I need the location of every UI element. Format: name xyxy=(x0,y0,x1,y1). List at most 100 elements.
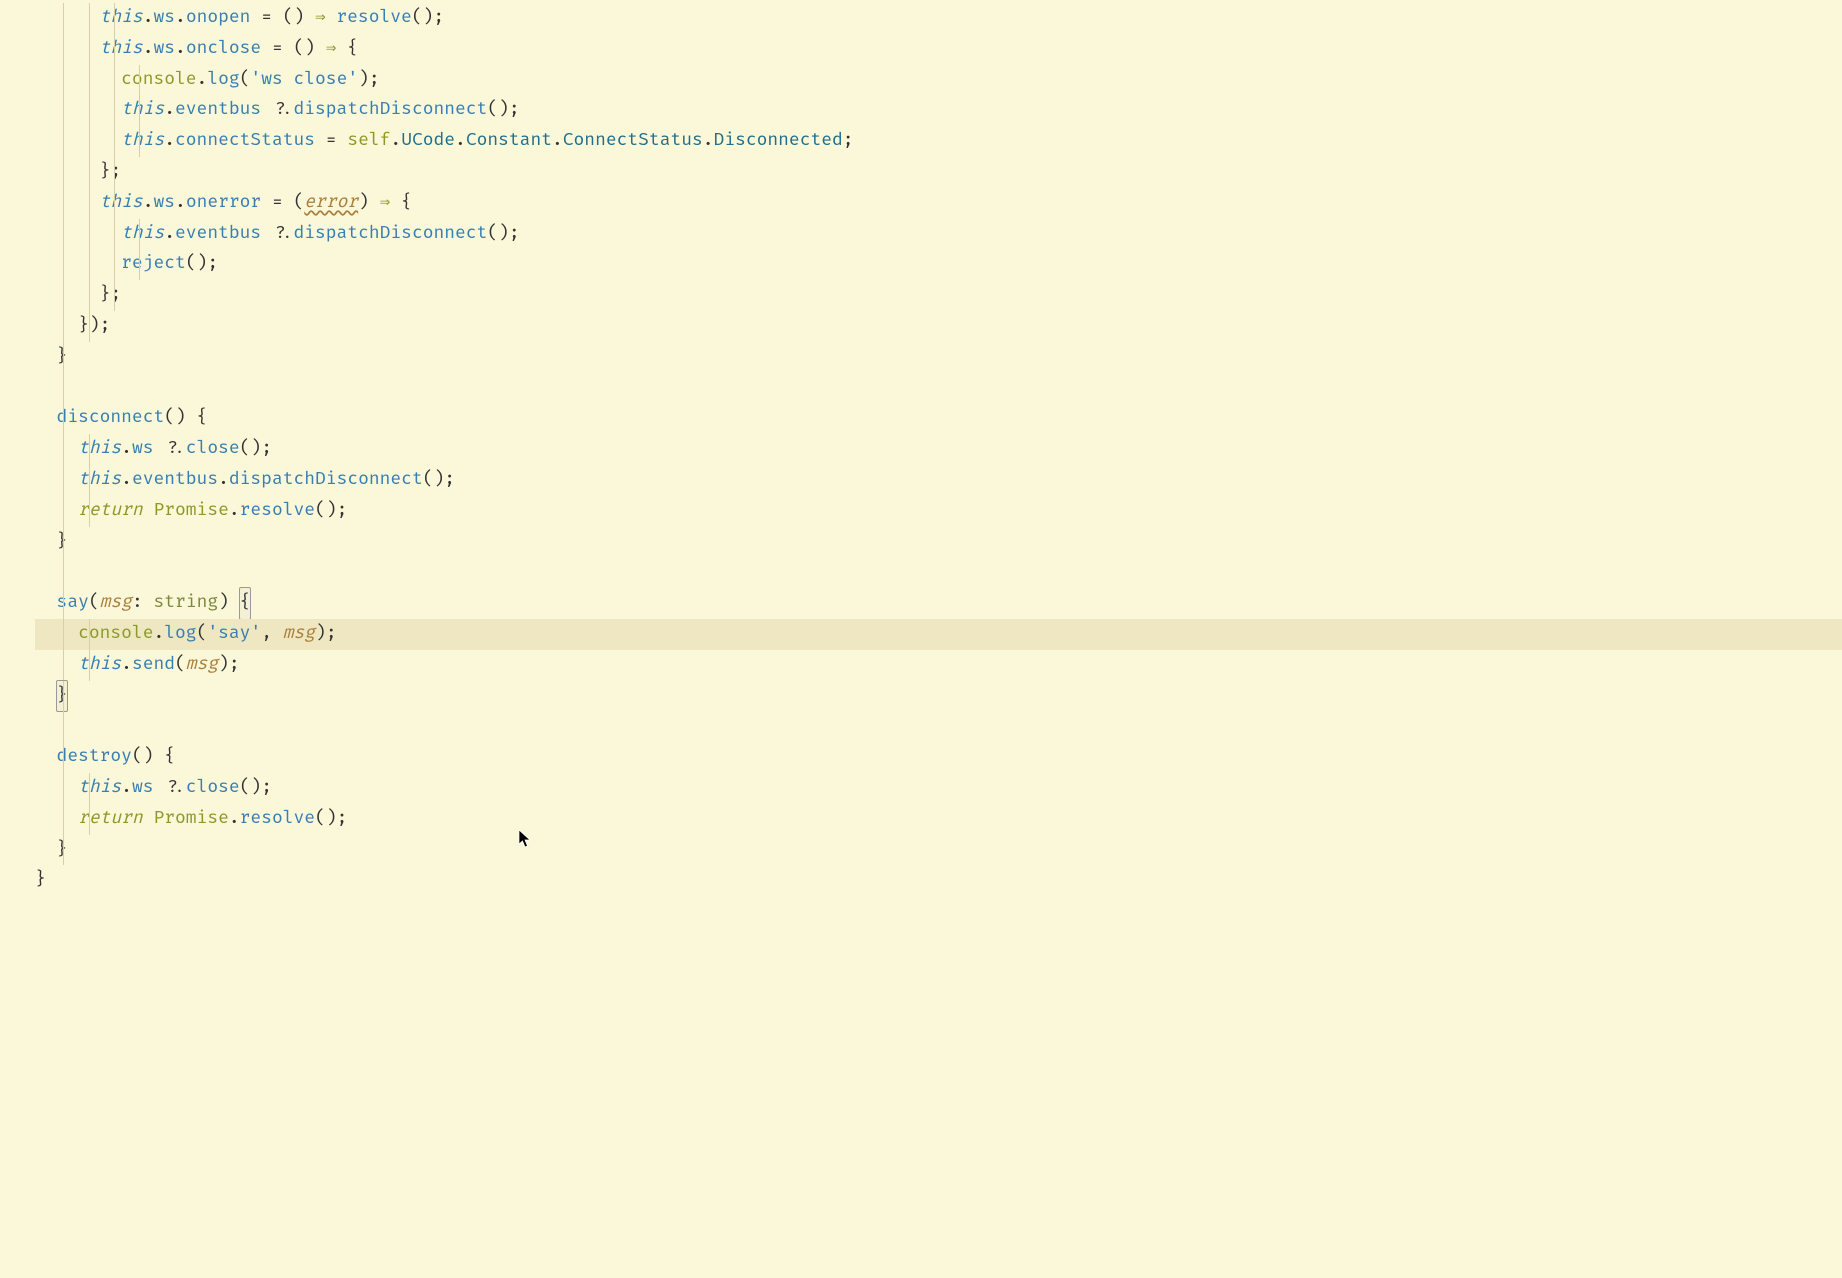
token-dot: . xyxy=(143,7,154,28)
token-kw: ⇒ xyxy=(315,7,326,28)
token-string: 'say' xyxy=(207,623,261,644)
token-punc: }; xyxy=(100,284,122,305)
code-line[interactable]: console.log('say', msg); xyxy=(35,619,1842,650)
code-line[interactable]: this.ws.onerror = (error) ⇒ { xyxy=(35,188,1842,219)
token-dot: . xyxy=(121,438,132,459)
token-punc: = xyxy=(315,130,347,151)
token-prop: ws xyxy=(132,777,154,798)
token-punc: ) xyxy=(358,192,380,213)
token-dot: . xyxy=(218,469,229,490)
token-cls: ConnectStatus xyxy=(563,130,703,151)
token-punc: = ( xyxy=(261,192,304,213)
token-punc xyxy=(326,7,337,28)
token-prop: ws xyxy=(153,7,175,28)
token-punc: } xyxy=(57,531,68,552)
token-punc: } xyxy=(35,869,46,890)
code-line[interactable]: this.connectStatus = self.UCode.Constant… xyxy=(35,126,1842,157)
token-punc: (); xyxy=(412,7,444,28)
token-param: msg xyxy=(283,623,315,644)
token-punc: ( xyxy=(89,592,100,613)
token-prop: onclose xyxy=(186,38,261,59)
code-line[interactable]: console.log('ws close'); xyxy=(35,65,1842,96)
token-punc: }); xyxy=(78,315,110,336)
code-line[interactable]: this.eventbus.dispatchDisconnect(); xyxy=(35,465,1842,496)
token-punc: { xyxy=(336,38,358,59)
token-fn: resolve xyxy=(240,808,315,829)
token-dot: . xyxy=(164,130,175,151)
token-fn: resolve xyxy=(336,7,411,28)
token-punc: () { xyxy=(164,407,207,428)
token-punc: (); xyxy=(315,500,347,521)
code-line[interactable]: }; xyxy=(35,157,1842,188)
token-fn: reject xyxy=(121,253,186,274)
token-punc: (); xyxy=(240,777,272,798)
code-line[interactable]: } xyxy=(35,527,1842,558)
token-dot: . xyxy=(175,7,186,28)
code-line[interactable]: } xyxy=(35,835,1842,866)
token-fn: send xyxy=(132,654,175,675)
code-line[interactable]: }; xyxy=(35,280,1842,311)
token-dot: . xyxy=(121,469,132,490)
code-line[interactable]: } xyxy=(35,342,1842,373)
token-dot: . xyxy=(703,130,714,151)
code-line[interactable]: this.ws.onopen = () ⇒ resolve(); xyxy=(35,3,1842,34)
token-dot: . xyxy=(552,130,563,151)
token-dot: . xyxy=(455,130,466,151)
token-this: this xyxy=(121,99,164,120)
code-line[interactable]: this.eventbus ?.dispatchDisconnect(); xyxy=(35,219,1842,250)
token-dot: . xyxy=(229,500,240,521)
token-punc: ?. xyxy=(261,223,293,244)
code-line[interactable]: reject(); xyxy=(35,249,1842,280)
code-line[interactable]: this.ws ?.close(); xyxy=(35,434,1842,465)
code-line[interactable] xyxy=(35,557,1842,588)
token-punc: (); xyxy=(315,808,347,829)
token-cls: Constant xyxy=(466,130,552,151)
code-line[interactable]: destroy() { xyxy=(35,742,1842,773)
code-line[interactable]: this.send(msg); xyxy=(35,650,1842,681)
code-line[interactable]: } xyxy=(35,865,1842,896)
token-dot: . xyxy=(121,654,132,675)
token-this: this xyxy=(78,654,121,675)
token-ident: console xyxy=(121,69,196,90)
code-line[interactable]: this.ws ?.close(); xyxy=(35,773,1842,804)
token-fn: resolve xyxy=(240,500,315,521)
token-dot: . xyxy=(229,808,240,829)
token-punc: ?. xyxy=(261,99,293,120)
token-punc: (); xyxy=(423,469,455,490)
token-punc: : xyxy=(132,592,154,613)
token-punc: } xyxy=(57,839,68,860)
token-fn: disconnect xyxy=(57,407,165,428)
token-fn: close xyxy=(186,777,240,798)
token-punc: = () xyxy=(250,7,315,28)
token-punc xyxy=(143,808,154,829)
token-dot: . xyxy=(153,623,164,644)
token-fn: log xyxy=(164,623,196,644)
code-line[interactable]: return Promise.resolve(); xyxy=(35,804,1842,835)
code-line[interactable] xyxy=(35,373,1842,404)
code-line[interactable]: this.ws.onclose = () ⇒ { xyxy=(35,34,1842,65)
token-cls: Disconnected xyxy=(714,130,843,151)
code-line[interactable]: this.eventbus ?.dispatchDisconnect(); xyxy=(35,95,1842,126)
token-param: msg xyxy=(100,592,132,613)
token-punc: () { xyxy=(132,746,175,767)
token-dot: . xyxy=(143,38,154,59)
token-punc: { xyxy=(239,587,252,620)
code-line[interactable]: say(msg: string) { xyxy=(35,588,1842,619)
token-punc: (); xyxy=(186,253,218,274)
token-prop: onerror xyxy=(186,192,261,213)
code-line[interactable]: disconnect() { xyxy=(35,403,1842,434)
token-punc: = () xyxy=(261,38,326,59)
code-line[interactable]: }); xyxy=(35,311,1842,342)
code-line[interactable] xyxy=(35,711,1842,742)
token-prop: ws xyxy=(153,192,175,213)
code-line[interactable]: } xyxy=(35,681,1842,712)
token-this: this xyxy=(100,7,143,28)
token-kw: ⇒ xyxy=(326,38,337,59)
token-punc: ); xyxy=(315,623,337,644)
token-fn: log xyxy=(207,69,239,90)
token-dot: . xyxy=(164,223,175,244)
token-this: this xyxy=(121,130,164,151)
code-editor[interactable]: this.ws.onopen = () ⇒ resolve(); this.ws… xyxy=(0,0,1842,896)
token-ident: Promise xyxy=(153,500,228,521)
code-line[interactable]: return Promise.resolve(); xyxy=(35,496,1842,527)
